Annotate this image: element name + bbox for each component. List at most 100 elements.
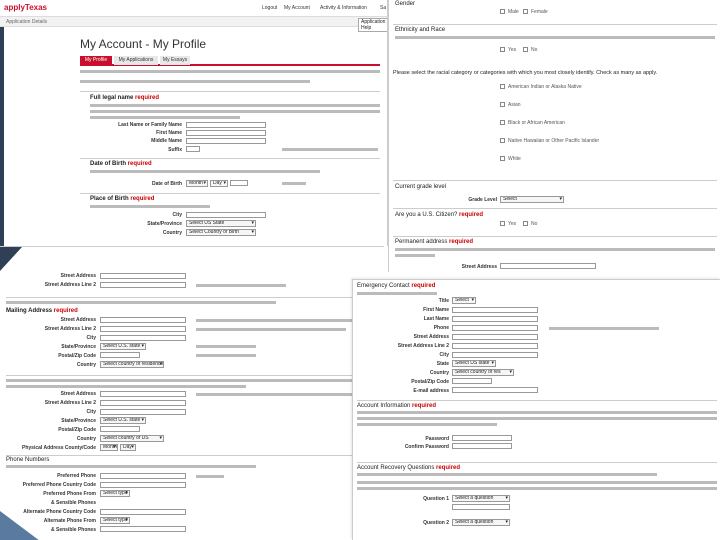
emergency-postal-input[interactable] — [452, 378, 492, 384]
last-name-input[interactable] — [186, 122, 266, 128]
mailing-state-hint — [196, 345, 256, 348]
middle-name-input[interactable] — [186, 138, 266, 144]
question-1-select[interactable]: Select a question — [452, 495, 510, 502]
emergency-last-input[interactable] — [452, 316, 538, 322]
emergency-help — [357, 292, 437, 295]
emergency-city-input[interactable] — [452, 352, 538, 358]
gender-male-label: Male — [508, 9, 519, 15]
hispanic-no-radio[interactable] — [523, 47, 528, 52]
emergency-street-input[interactable] — [452, 334, 538, 340]
ethnicity-help — [395, 36, 715, 39]
tab-my-applications[interactable]: My Applications — [114, 56, 158, 65]
password-input[interactable] — [452, 435, 512, 441]
mailing-state-select[interactable]: Select U.S. state — [100, 343, 146, 350]
hispanic-yes-label: Yes — [508, 47, 517, 53]
tab-my-essays[interactable]: My Essays — [160, 56, 190, 65]
section-pob: Place of Birth required — [90, 196, 155, 202]
mailing-street-2-input[interactable] — [100, 326, 186, 332]
password-section: Account Information required — [357, 403, 437, 409]
pob-city-input[interactable] — [186, 212, 266, 218]
left-stripe — [0, 27, 4, 246]
account-panel: applyTexas Logout My Account Activity & … — [0, 0, 388, 246]
physical-street-2-input[interactable] — [100, 400, 186, 406]
physical-state-select[interactable]: Select U.S. state — [100, 417, 146, 424]
physical-city-input[interactable] — [100, 409, 186, 415]
physical-help — [6, 379, 378, 382]
preferred-from-select[interactable]: Select type — [100, 490, 130, 497]
password-label: Password — [425, 436, 449, 442]
race-checkbox-black[interactable] — [500, 120, 505, 125]
mailing-city-input[interactable] — [100, 335, 186, 341]
full-name-help — [90, 104, 380, 107]
race-checkbox-white[interactable] — [500, 156, 505, 161]
divider — [6, 297, 378, 298]
mailing-postal-label: Postal/Zip Code — [58, 353, 96, 359]
divider — [80, 91, 380, 92]
physical-postal-input[interactable] — [100, 426, 140, 432]
dob-hint — [282, 182, 306, 185]
race-checkbox-hawaiian[interactable] — [500, 138, 505, 143]
gender-male-radio[interactable] — [500, 9, 505, 14]
phone-help — [6, 465, 256, 468]
question-2-select[interactable]: Select a question — [452, 519, 510, 526]
security-help — [357, 481, 717, 484]
emergency-country-select[interactable]: Select country of res — [452, 369, 514, 376]
dob-day-select[interactable]: Day — [210, 180, 228, 187]
emergency-first-input[interactable] — [452, 307, 538, 313]
divider — [80, 158, 380, 159]
middle-name-label: Middle Name — [151, 138, 182, 144]
alternate-from-select[interactable]: Select type — [100, 517, 130, 524]
dob-month-select[interactable]: Month — [186, 180, 208, 187]
dob-year-input[interactable] — [230, 180, 248, 186]
preferred-from-label: Preferred Phone From — [43, 491, 96, 497]
mailing-city-label: City — [86, 335, 96, 341]
mailing-country-select[interactable]: Select country of residence — [100, 361, 164, 368]
mailing-street-input[interactable] — [100, 317, 186, 323]
confirm-password-input[interactable] — [452, 443, 512, 449]
emergency-email-input[interactable] — [452, 387, 538, 393]
gender-female-radio[interactable] — [523, 9, 528, 14]
emergency-state-select[interactable]: Select US state — [452, 360, 496, 367]
preferred-country-code-input[interactable] — [100, 482, 186, 488]
physical-county-month[interactable]: Month — [100, 444, 118, 451]
mailing-country-label: Country — [76, 362, 96, 368]
emergency-title-select[interactable]: Select — [452, 297, 476, 304]
hispanic-yes-radio[interactable] — [500, 47, 505, 52]
gender-label: Gender — [395, 1, 416, 7]
address-panel: Street Address Street Address Line 2 Mai… — [0, 246, 384, 540]
grade-level-select[interactable]: Select — [500, 196, 564, 203]
divider — [357, 462, 717, 463]
alternate-phone-input[interactable] — [100, 509, 186, 515]
street-address-2-input[interactable] — [100, 282, 186, 288]
ethnicity-label: Ethnicity and Race — [395, 27, 446, 33]
physical-country-select[interactable]: Select country of US — [100, 435, 164, 442]
permanent-street-input[interactable] — [500, 263, 596, 269]
application-help-button[interactable]: Application Help — [358, 18, 387, 32]
race-checkbox-american-indian[interactable] — [500, 84, 505, 89]
first-name-input[interactable] — [186, 130, 266, 136]
street-address-input[interactable] — [100, 273, 186, 279]
citizen-yes-radio[interactable] — [500, 221, 505, 226]
emergency-street2-label: Street Address Line 2 — [397, 343, 449, 349]
nav-link-activity[interactable]: Activity & Information — [320, 5, 367, 12]
pob-state-select[interactable]: Select US State — [186, 220, 256, 227]
alternate-suffix-input[interactable] — [100, 526, 186, 532]
tab-my-profile[interactable]: My Profile — [80, 56, 112, 65]
physical-county-day[interactable]: Day — [120, 444, 136, 451]
answer-1-input[interactable] — [452, 504, 510, 510]
mailing-postal-input[interactable] — [100, 352, 140, 358]
preferred-phone-input[interactable] — [100, 473, 186, 479]
nav-link-logout[interactable]: Logout — [262, 5, 277, 12]
nav-link-more[interactable]: Sa — [380, 5, 386, 12]
suffix-label: Suffix — [168, 147, 182, 153]
logo[interactable]: applyTexas — [4, 3, 47, 12]
race-checkbox-asian[interactable] — [500, 102, 505, 107]
physical-street-input[interactable] — [100, 391, 186, 397]
citizen-no-radio[interactable] — [523, 221, 528, 226]
physical-street-2-label: Street Address Line 2 — [44, 400, 96, 406]
nav-link-my-account[interactable]: My Account — [284, 5, 310, 12]
suffix-input[interactable] — [186, 146, 200, 152]
emergency-phone-input[interactable] — [452, 325, 538, 331]
emergency-street2-input[interactable] — [452, 343, 538, 349]
pob-country-select[interactable]: Select Country of Birth — [186, 229, 256, 236]
